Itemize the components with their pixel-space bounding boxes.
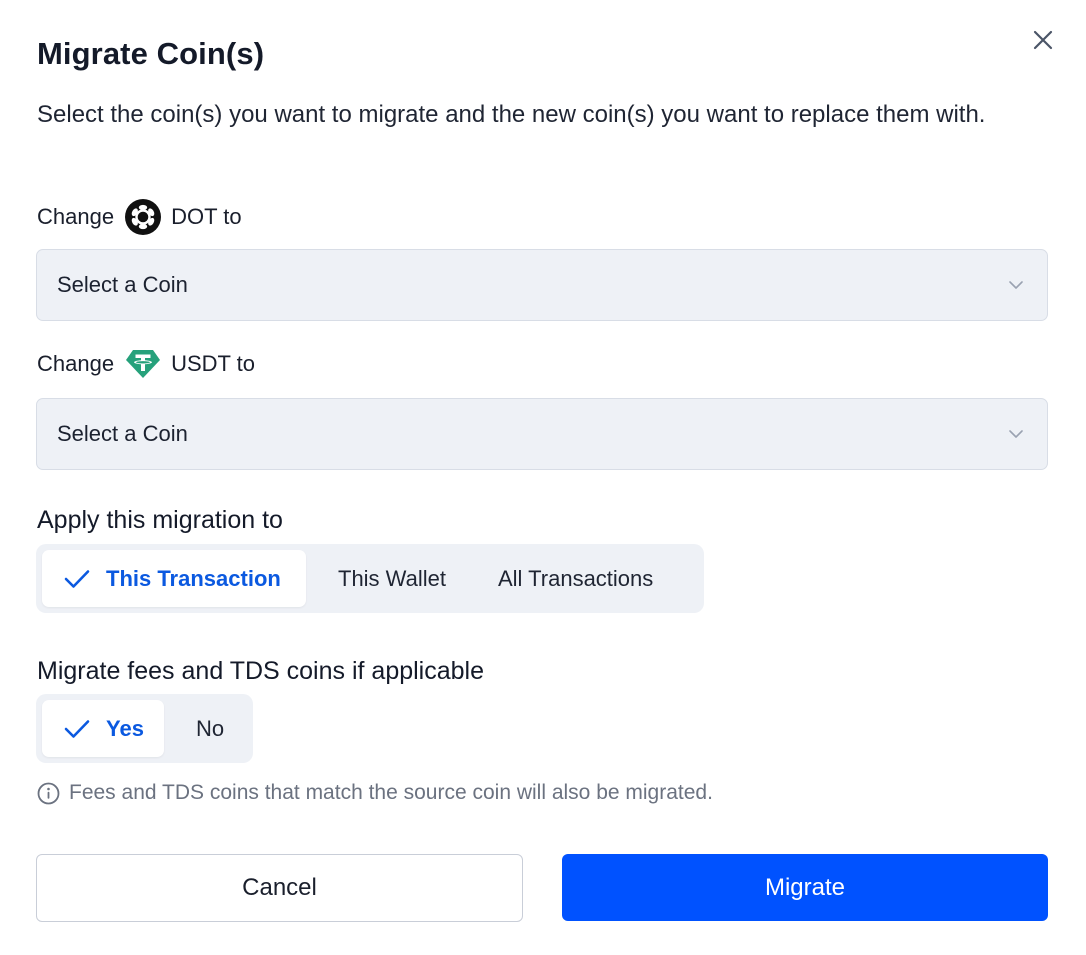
dialog-subtitle: Select the coin(s) you want to migrate a…: [37, 101, 986, 128]
dialog-title: Migrate Coin(s): [37, 36, 265, 71]
option-label: No: [196, 715, 225, 741]
change-prefix: Change: [37, 204, 115, 229]
polkadot-icon: [125, 199, 162, 235]
dot-target-coin-select[interactable]: Select a Coin: [36, 249, 1048, 321]
close-button[interactable]: [1030, 27, 1056, 53]
migrate-fees-toggle: Yes No: [36, 694, 253, 763]
migrate-fees-note: Fees and TDS coins that match the source…: [37, 781, 713, 805]
option-all-transactions[interactable]: All Transactions: [472, 550, 673, 607]
chevron-down-icon: [1009, 280, 1023, 289]
change-coin-dot: DOT to: [171, 204, 242, 229]
apply-scope-toggle: This Transaction This Wallet All Transac…: [36, 544, 704, 613]
close-icon: [1033, 30, 1053, 50]
check-icon: [64, 719, 90, 739]
change-dot-label: Change DOT to: [37, 199, 242, 235]
option-label: All Transactions: [497, 565, 654, 591]
option-label: This Wallet: [338, 565, 446, 591]
select-placeholder: Select a Coin: [57, 272, 188, 297]
note-text: Fees and TDS coins that match the source…: [69, 781, 713, 804]
option-this-transaction[interactable]: This Transaction: [42, 550, 306, 607]
tether-icon: [125, 348, 161, 380]
info-icon: [37, 782, 60, 805]
chevron-down-icon: [1009, 429, 1023, 438]
change-coin-usdt: USDT to: [171, 351, 256, 376]
migrate-coins-dialog: Migrate Coin(s) Select the coin(s) you w…: [0, 0, 1086, 955]
option-label: This Transaction: [106, 565, 281, 591]
option-label: Yes: [106, 715, 144, 741]
option-this-wallet[interactable]: This Wallet: [306, 550, 472, 607]
check-icon: [64, 569, 90, 589]
migrate-button[interactable]: Migrate: [562, 854, 1048, 921]
change-prefix: Change: [37, 351, 115, 376]
select-placeholder: Select a Coin: [57, 421, 188, 446]
cancel-button[interactable]: Cancel: [36, 854, 523, 922]
option-no[interactable]: No: [164, 700, 244, 757]
option-yes[interactable]: Yes: [42, 700, 164, 757]
usdt-target-coin-select[interactable]: Select a Coin: [36, 398, 1048, 470]
apply-scope-label: Apply this migration to: [37, 506, 283, 534]
change-usdt-label: Change USDT to: [37, 348, 255, 380]
migrate-fees-label: Migrate fees and TDS coins if applicable: [37, 657, 484, 685]
